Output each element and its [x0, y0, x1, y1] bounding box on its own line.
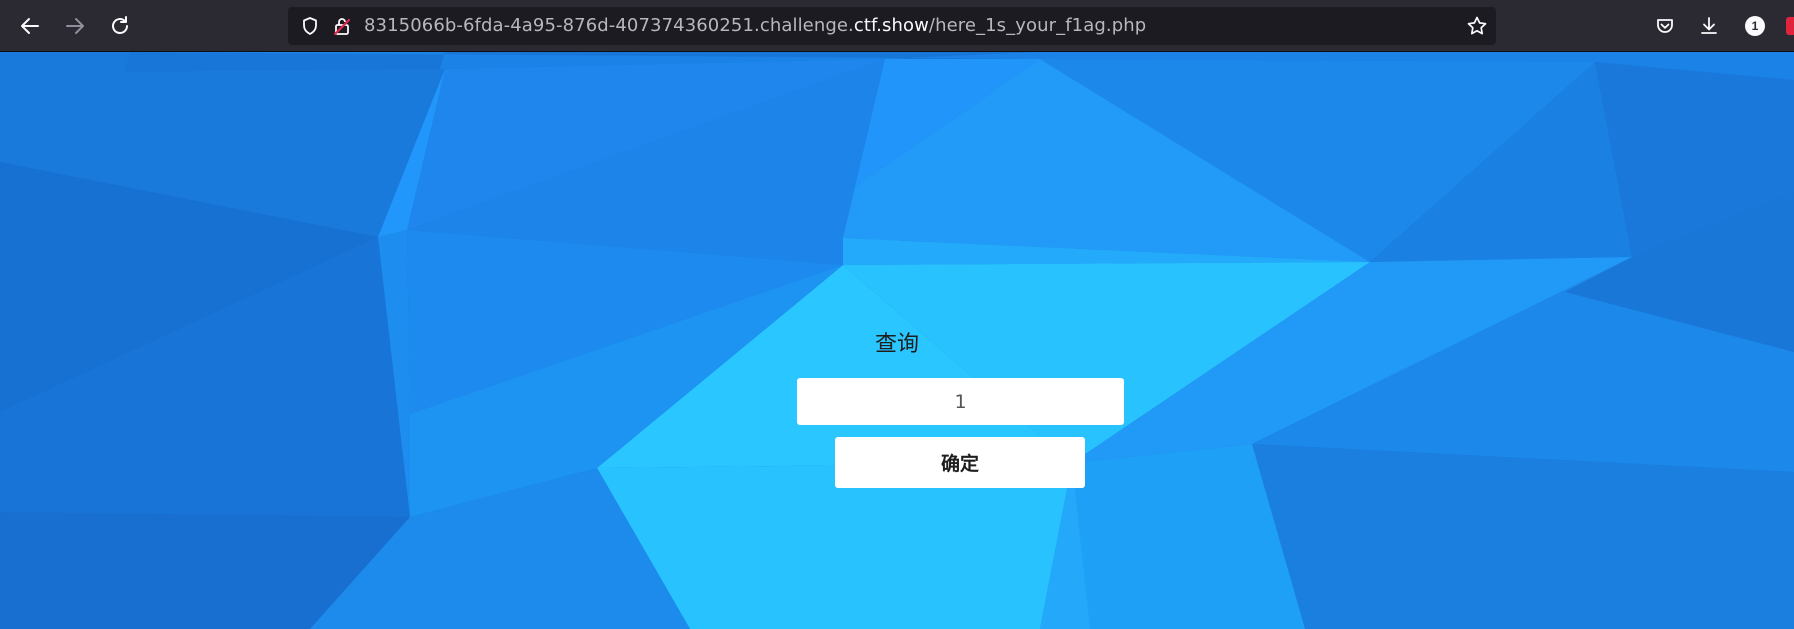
page-title: 查询 [874, 332, 919, 357]
insecure-lock-icon[interactable] [332, 16, 352, 40]
downloads-button[interactable] [1693, 10, 1725, 42]
shield-icon[interactable] [300, 16, 320, 40]
url-prefix: 8315066b-6fda-4a95-876d-407374360251.cha… [364, 15, 854, 36]
url-domain: ctf.show [853, 15, 929, 36]
forward-arrow-icon [66, 18, 84, 34]
back-arrow-icon [21, 18, 39, 34]
back-button[interactable] [14, 10, 46, 42]
forward-button[interactable] [59, 10, 91, 42]
query-input[interactable] [797, 378, 1124, 425]
url-text[interactable]: 8315066b-6fda-4a95-876d-407374360251.cha… [364, 7, 1146, 45]
pocket-icon [1657, 19, 1673, 33]
download-icon [1701, 17, 1717, 34]
url-path: /here_1s_your_f1ag.php [928, 15, 1147, 36]
bookmark-star-icon[interactable] [1466, 15, 1488, 41]
pocket-button[interactable] [1649, 10, 1681, 42]
confirm-button[interactable]: 确定 [835, 437, 1085, 488]
reload-button[interactable] [104, 10, 136, 42]
browser-toolbar: 8315066b-6fda-4a95-876d-407374360251.cha… [0, 0, 1794, 52]
reload-icon [112, 16, 128, 34]
extension-badge[interactable]: 1 [1745, 16, 1765, 36]
url-bar[interactable]: 8315066b-6fda-4a95-876d-407374360251.cha… [288, 7, 1496, 45]
extension-icon[interactable] [1786, 17, 1794, 35]
page-content: 查询 确定 [0, 52, 1794, 629]
